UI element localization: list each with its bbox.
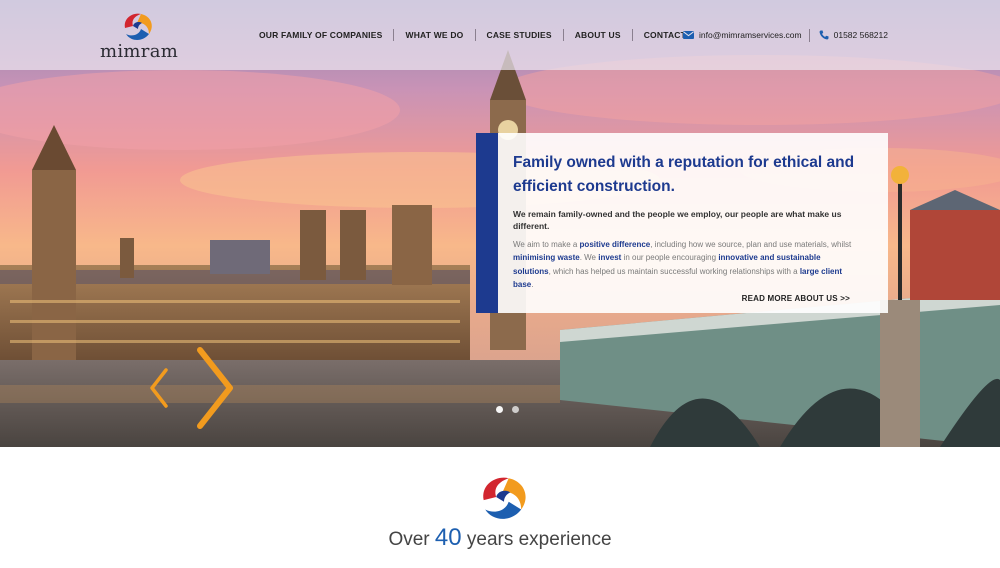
phone-link[interactable]: 01582 568212	[819, 30, 888, 40]
brand-wordmark: mimram	[100, 41, 179, 62]
chevron-right-icon[interactable]	[196, 346, 236, 430]
nav-what-we-do[interactable]: WHAT WE DO	[393, 29, 474, 41]
email-text: info@mimramservices.com	[699, 30, 802, 40]
contact-divider	[808, 28, 810, 42]
phone-icon	[819, 30, 829, 40]
hero-info-card: Family owned with a reputation for ethic…	[476, 133, 888, 313]
header-contact: info@mimramservices.com 01582 568212	[683, 28, 888, 42]
card-accent-bar	[476, 133, 498, 313]
experience-years-number: 40	[434, 524, 462, 551]
slider-dot-2[interactable]	[512, 406, 519, 413]
envelope-icon	[683, 31, 694, 39]
slider-dot-1[interactable]	[496, 406, 503, 413]
hero-title: Family owned with a reputation for ethic…	[513, 154, 855, 195]
phone-text: 01582 568212	[833, 30, 888, 40]
mimram-logo[interactable]: mimram	[100, 10, 179, 62]
nav-case-studies[interactable]: CASE STUDIES	[474, 29, 563, 41]
slider-dots	[496, 406, 519, 413]
chevron-left-icon[interactable]	[148, 368, 170, 408]
mimram-swirl-logo-icon	[124, 13, 152, 40]
nav-our-family-of-companies[interactable]: OUR FAMILY OF COMPANIES	[248, 29, 393, 41]
read-more-about-us-link[interactable]: READ MORE ABOUT US >>	[742, 294, 850, 303]
main-nav: OUR FAMILY OF COMPANIES WHAT WE DO CASE …	[248, 28, 697, 42]
hero-body: We aim to make a positive difference, in…	[513, 240, 852, 289]
experience-heading: Over 40 years experience	[388, 524, 612, 551]
hero-lead: We remain family-owned and the people we…	[513, 209, 842, 231]
nav-about-us[interactable]: ABOUT US	[562, 29, 632, 41]
mimram-swirl-logo-icon	[483, 477, 526, 519]
email-link[interactable]: info@mimramservices.com	[683, 30, 802, 40]
site-header: mimram OUR FAMILY OF COMPANIES WHAT WE D…	[0, 0, 1000, 70]
